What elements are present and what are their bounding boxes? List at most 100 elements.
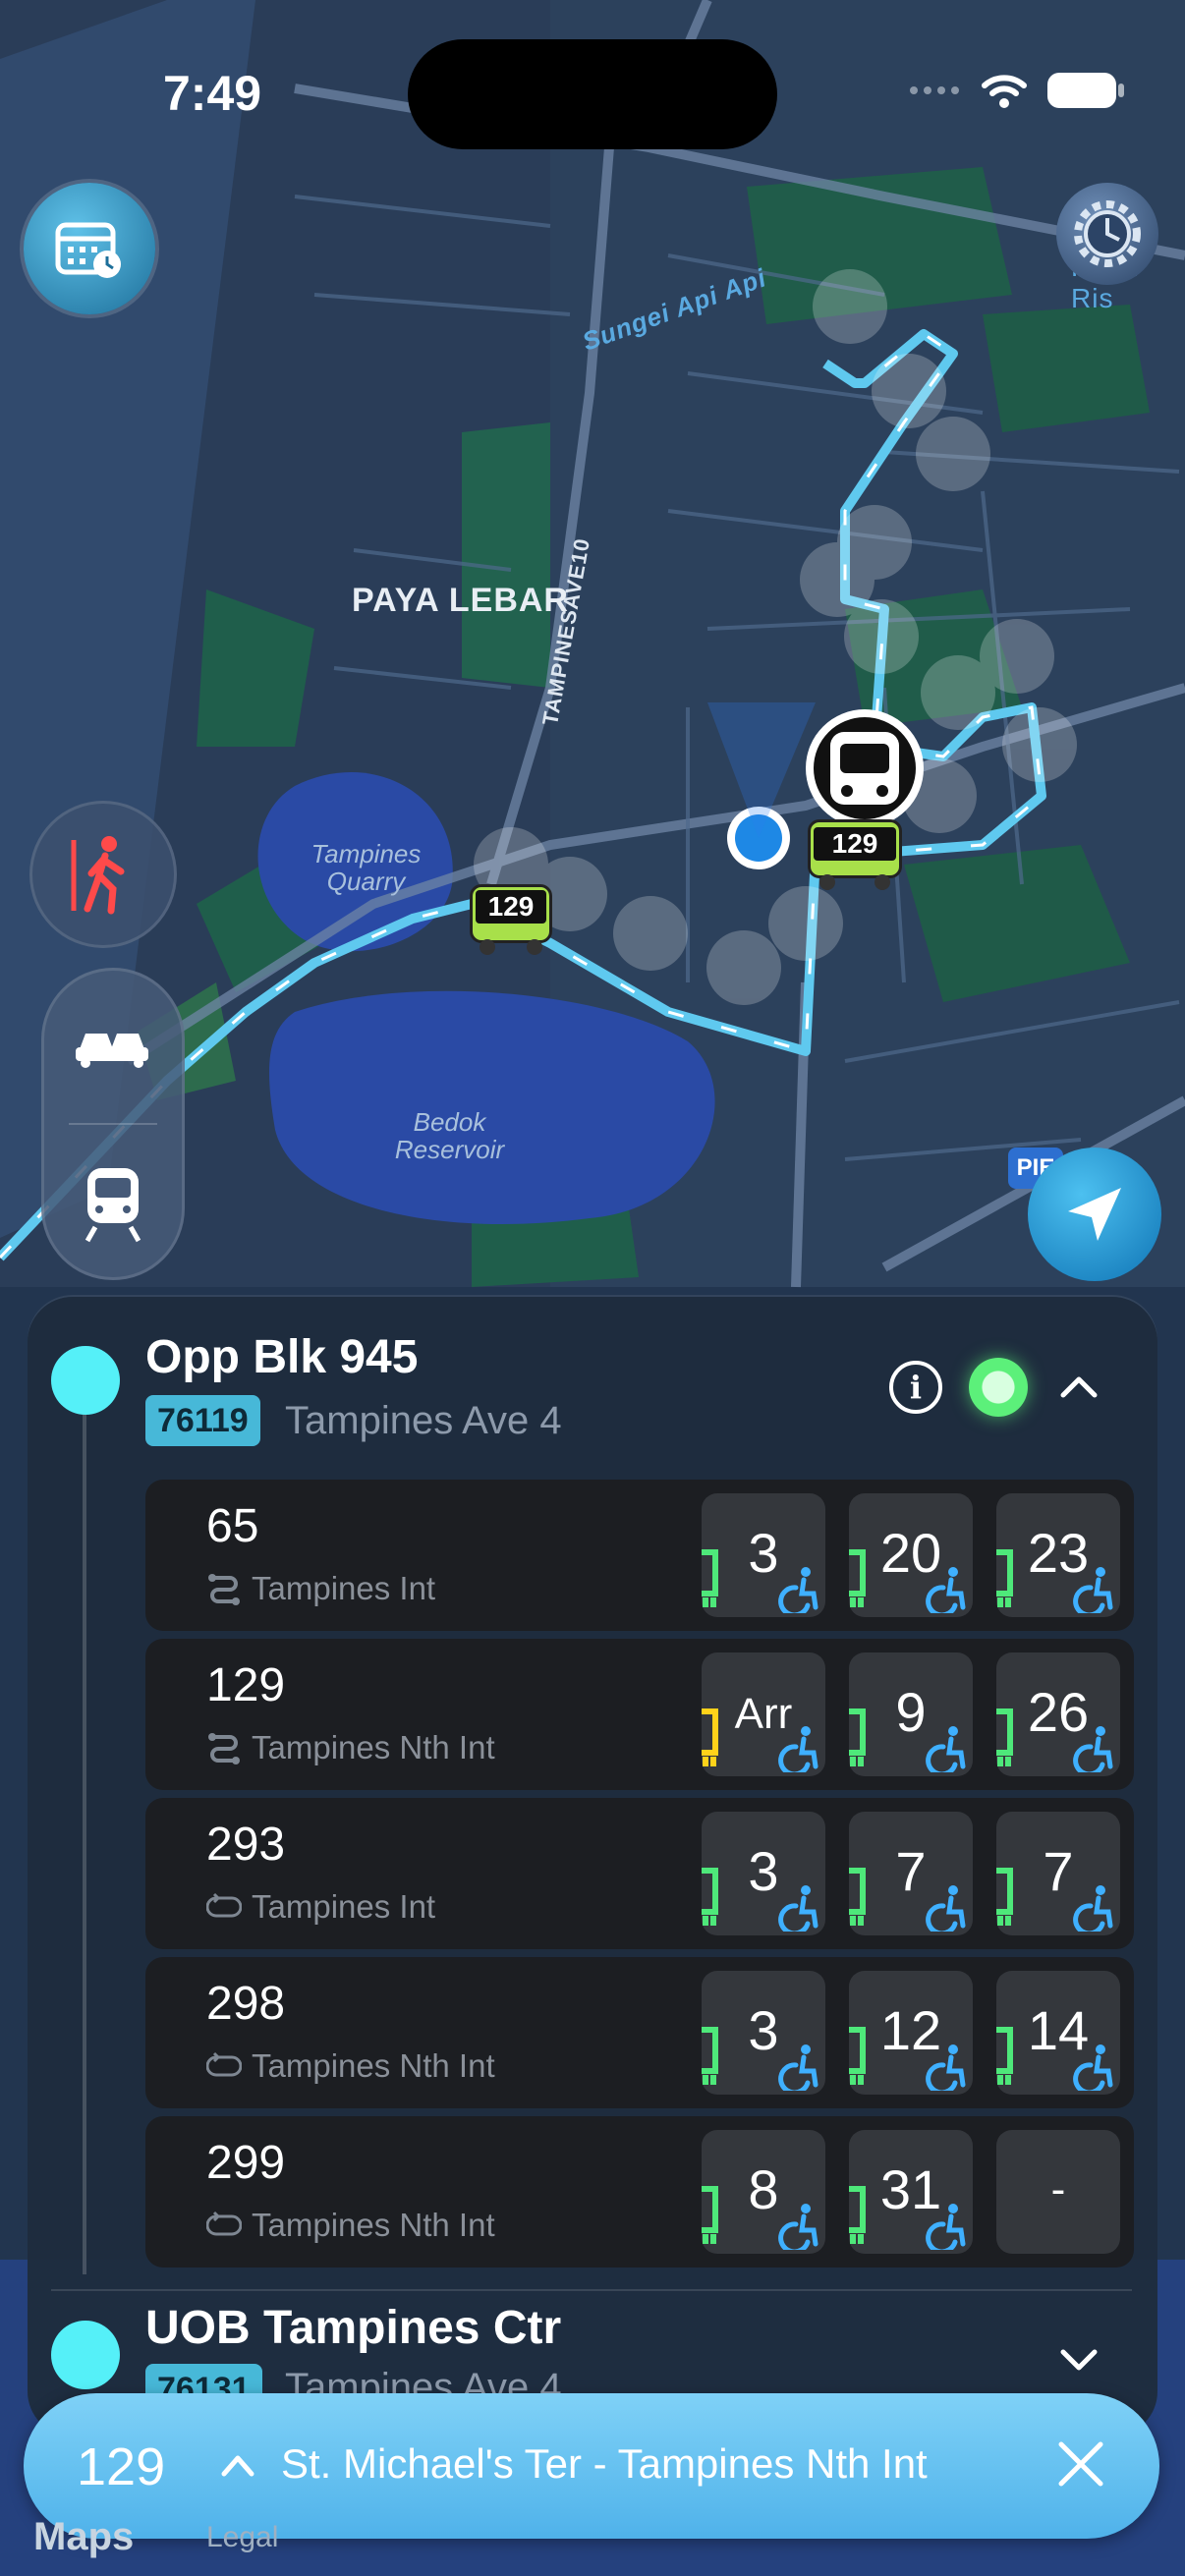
wheelchair-icon [1073,1726,1113,1772]
transport-mode-selector[interactable] [41,968,185,1280]
stop-road: Tampines Ave 4 [285,2366,562,2393]
stop-road: Tampines Ave 4 [285,1399,562,1442]
service-row[interactable]: 65 Tampines Int 3 20 23 [145,1480,1134,1631]
cycle-route-icon [206,1892,242,1918]
service-list: 65 Tampines Int 3 20 23 129 Tampines Nth… [145,1480,1134,2275]
wheelchair-icon [1073,2044,1113,2091]
wheelchair-icon [926,1567,966,1613]
service-number: 129 [206,1659,286,1711]
eta-box[interactable]: 7 [849,1812,973,1935]
eta-box[interactable]: 26 [996,1652,1120,1776]
cycle-route-icon [206,2211,242,2236]
map-label-water-reservoir: Bedok Reservoir [394,1107,505,1164]
eta-box[interactable]: 23 [996,1493,1120,1617]
dynamic-island [408,39,777,149]
location-arrow-icon [1068,1188,1121,1241]
service-row[interactable]: 129 Tampines Nth Int Arr 9 26 [145,1639,1134,1790]
eta-box[interactable]: 8 [702,2130,825,2254]
gear-icon [1074,200,1141,267]
service-number: 298 [206,1978,286,2030]
battery-icon [1047,73,1124,108]
stop-name[interactable]: UOB Tampines Ctr [145,2301,561,2355]
stop-subtitle-clip: 76131 Tampines Ave 4 [0,2358,1185,2393]
wheelchair-icon [778,2044,818,2091]
wheelchair-icon [926,1885,966,1932]
stop-code-badge: 76131 [145,2364,262,2393]
settings-button[interactable] [1056,183,1158,285]
eta-box[interactable]: 3 [702,1493,825,1617]
wheelchair-icon [778,1567,818,1613]
eta-box[interactable]: 20 [849,1493,973,1617]
bus-marker[interactable]: 129 [808,819,902,890]
car-mode-button[interactable] [64,995,162,1093]
bus-marker-label: 129 [814,827,896,861]
wheelchair-icon [778,1726,818,1772]
service-number: 299 [206,2137,286,2189]
maps-legal-link[interactable]: Legal [206,2521,278,2554]
schedule-button[interactable] [24,183,155,314]
calendar-clock-icon [55,222,121,278]
service-destination: Tampines Int [252,1570,436,1606]
eta-box[interactable]: 7 [996,1812,1120,1935]
stop-code-badge: 76119 [145,1395,260,1446]
wheelchair-icon [1073,1885,1113,1932]
selected-route-bar[interactable]: 129 St. Michael's Ter - Tampines Nth Int [24,2393,1159,2539]
stop-name[interactable]: Opp Blk 945 [145,1330,418,1384]
wheelchair-icon [778,1885,818,1932]
status-bar: 7:49 [0,0,1185,149]
service-row[interactable]: 298 Tampines Nth Int 3 12 14 [145,1957,1134,2108]
wheelchair-icon [778,2204,818,2250]
eta-box[interactable]: 12 [849,1971,973,2095]
eta-box[interactable]: Arr [702,1652,825,1776]
status-time: 7:49 [163,66,262,121]
info-icon[interactable]: i [889,1361,942,1414]
maps-attribution[interactable]: Maps [33,2515,134,2559]
service-number: 65 [206,1500,259,1552]
eta-box[interactable]: 14 [996,1971,1120,2095]
service-destination: Tampines Int [252,1888,436,1925]
wifi-icon [982,75,1027,108]
stop-dot [51,1346,120,1415]
route-number: 129 [77,2437,166,2496]
service-destination: Tampines Nth Int [252,2207,495,2243]
eta-box[interactable]: 31 [849,2130,973,2254]
eta-empty: - [1050,2165,1066,2213]
cycle-route-icon [206,2051,242,2077]
train-mode-button[interactable] [64,1154,162,1253]
wheelchair-icon [1073,1567,1113,1613]
eta-box[interactable]: - [996,2130,1120,2254]
service-destination: Tampines Nth Int [252,1729,495,1765]
cellular-icon [910,86,959,94]
map-label-water-quarry: Tampines Quarry [310,839,422,896]
route-description: St. Michael's Ter - Tampines Nth Int [281,2440,928,2487]
loop-route-icon [208,1733,240,1764]
chevron-up-icon[interactable] [1059,1368,1099,1407]
eta-box[interactable]: 3 [702,1812,825,1935]
chevron-up-icon[interactable] [220,2450,255,2480]
locate-me-button[interactable] [1028,1148,1161,1281]
eta-box[interactable]: 3 [702,1971,825,2095]
service-number: 293 [206,1819,286,1871]
service-destination: Tampines Nth Int [252,2047,495,2084]
close-icon[interactable] [1053,2436,1108,2492]
wheelchair-icon [926,1726,966,1772]
eta-box[interactable]: 9 [849,1652,973,1776]
mode-divider [69,1123,157,1125]
walking-person-icon [71,836,125,915]
wheelchair-icon [926,2044,966,2091]
map-label-area: PAYA LEBAR [352,582,569,619]
live-status-indicator[interactable] [969,1358,1028,1417]
service-row[interactable]: 299 Tampines Nth Int 8 31 - [145,2116,1134,2268]
walking-mode-button[interactable] [29,801,177,948]
chevron-down-icon[interactable] [1059,2340,1099,2380]
wheelchair-icon [926,2204,966,2250]
car-icon [76,1034,148,1068]
train-icon [85,1168,141,1243]
system-icons [908,71,1126,110]
bus-marker[interactable]: 129 [470,884,552,955]
loop-route-icon [208,1574,240,1605]
timeline-line [83,1375,86,2274]
bus-marker-label: 129 [476,890,546,924]
stop-separator [51,2289,1132,2291]
service-row[interactable]: 293 Tampines Int 3 7 7 [145,1798,1134,1949]
